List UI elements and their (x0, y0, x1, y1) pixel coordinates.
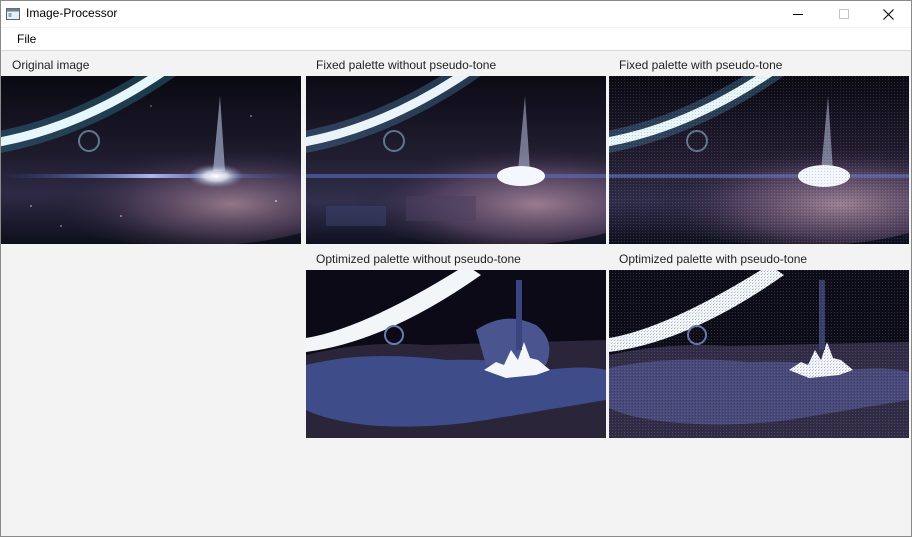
label-fixed-no-pseudo-tone: Fixed palette without pseudo-tone (316, 58, 497, 72)
label-optimized-pseudo-tone: Optimized palette with pseudo-tone (619, 252, 808, 266)
maximize-button[interactable] (821, 1, 867, 27)
close-button[interactable] (865, 1, 911, 27)
label-original-image: Original image (12, 58, 90, 72)
menu-file[interactable]: File (17, 32, 36, 46)
window-title: Image-Processor (26, 6, 118, 20)
maximize-icon (839, 9, 849, 19)
title-bar[interactable]: Image-Processor (1, 1, 911, 27)
app-window-icon (6, 7, 20, 20)
optimized-palette-no-pseudo-tone-image (306, 270, 606, 438)
fixed-palette-pseudo-tone-image (609, 76, 909, 244)
app-window: Image-Processor File Original image Fixe… (0, 0, 912, 537)
fixed-palette-no-pseudo-tone-image (306, 76, 606, 244)
minimize-icon (793, 14, 803, 15)
minimize-button[interactable] (775, 1, 821, 27)
optimized-palette-pseudo-tone-image (609, 270, 909, 438)
original-image (1, 76, 301, 244)
menu-bar: File (1, 28, 911, 51)
label-optimized-no-pseudo-tone: Optimized palette without pseudo-tone (316, 252, 521, 266)
close-icon (882, 8, 894, 20)
label-fixed-pseudo-tone: Fixed palette with pseudo-tone (619, 58, 783, 72)
